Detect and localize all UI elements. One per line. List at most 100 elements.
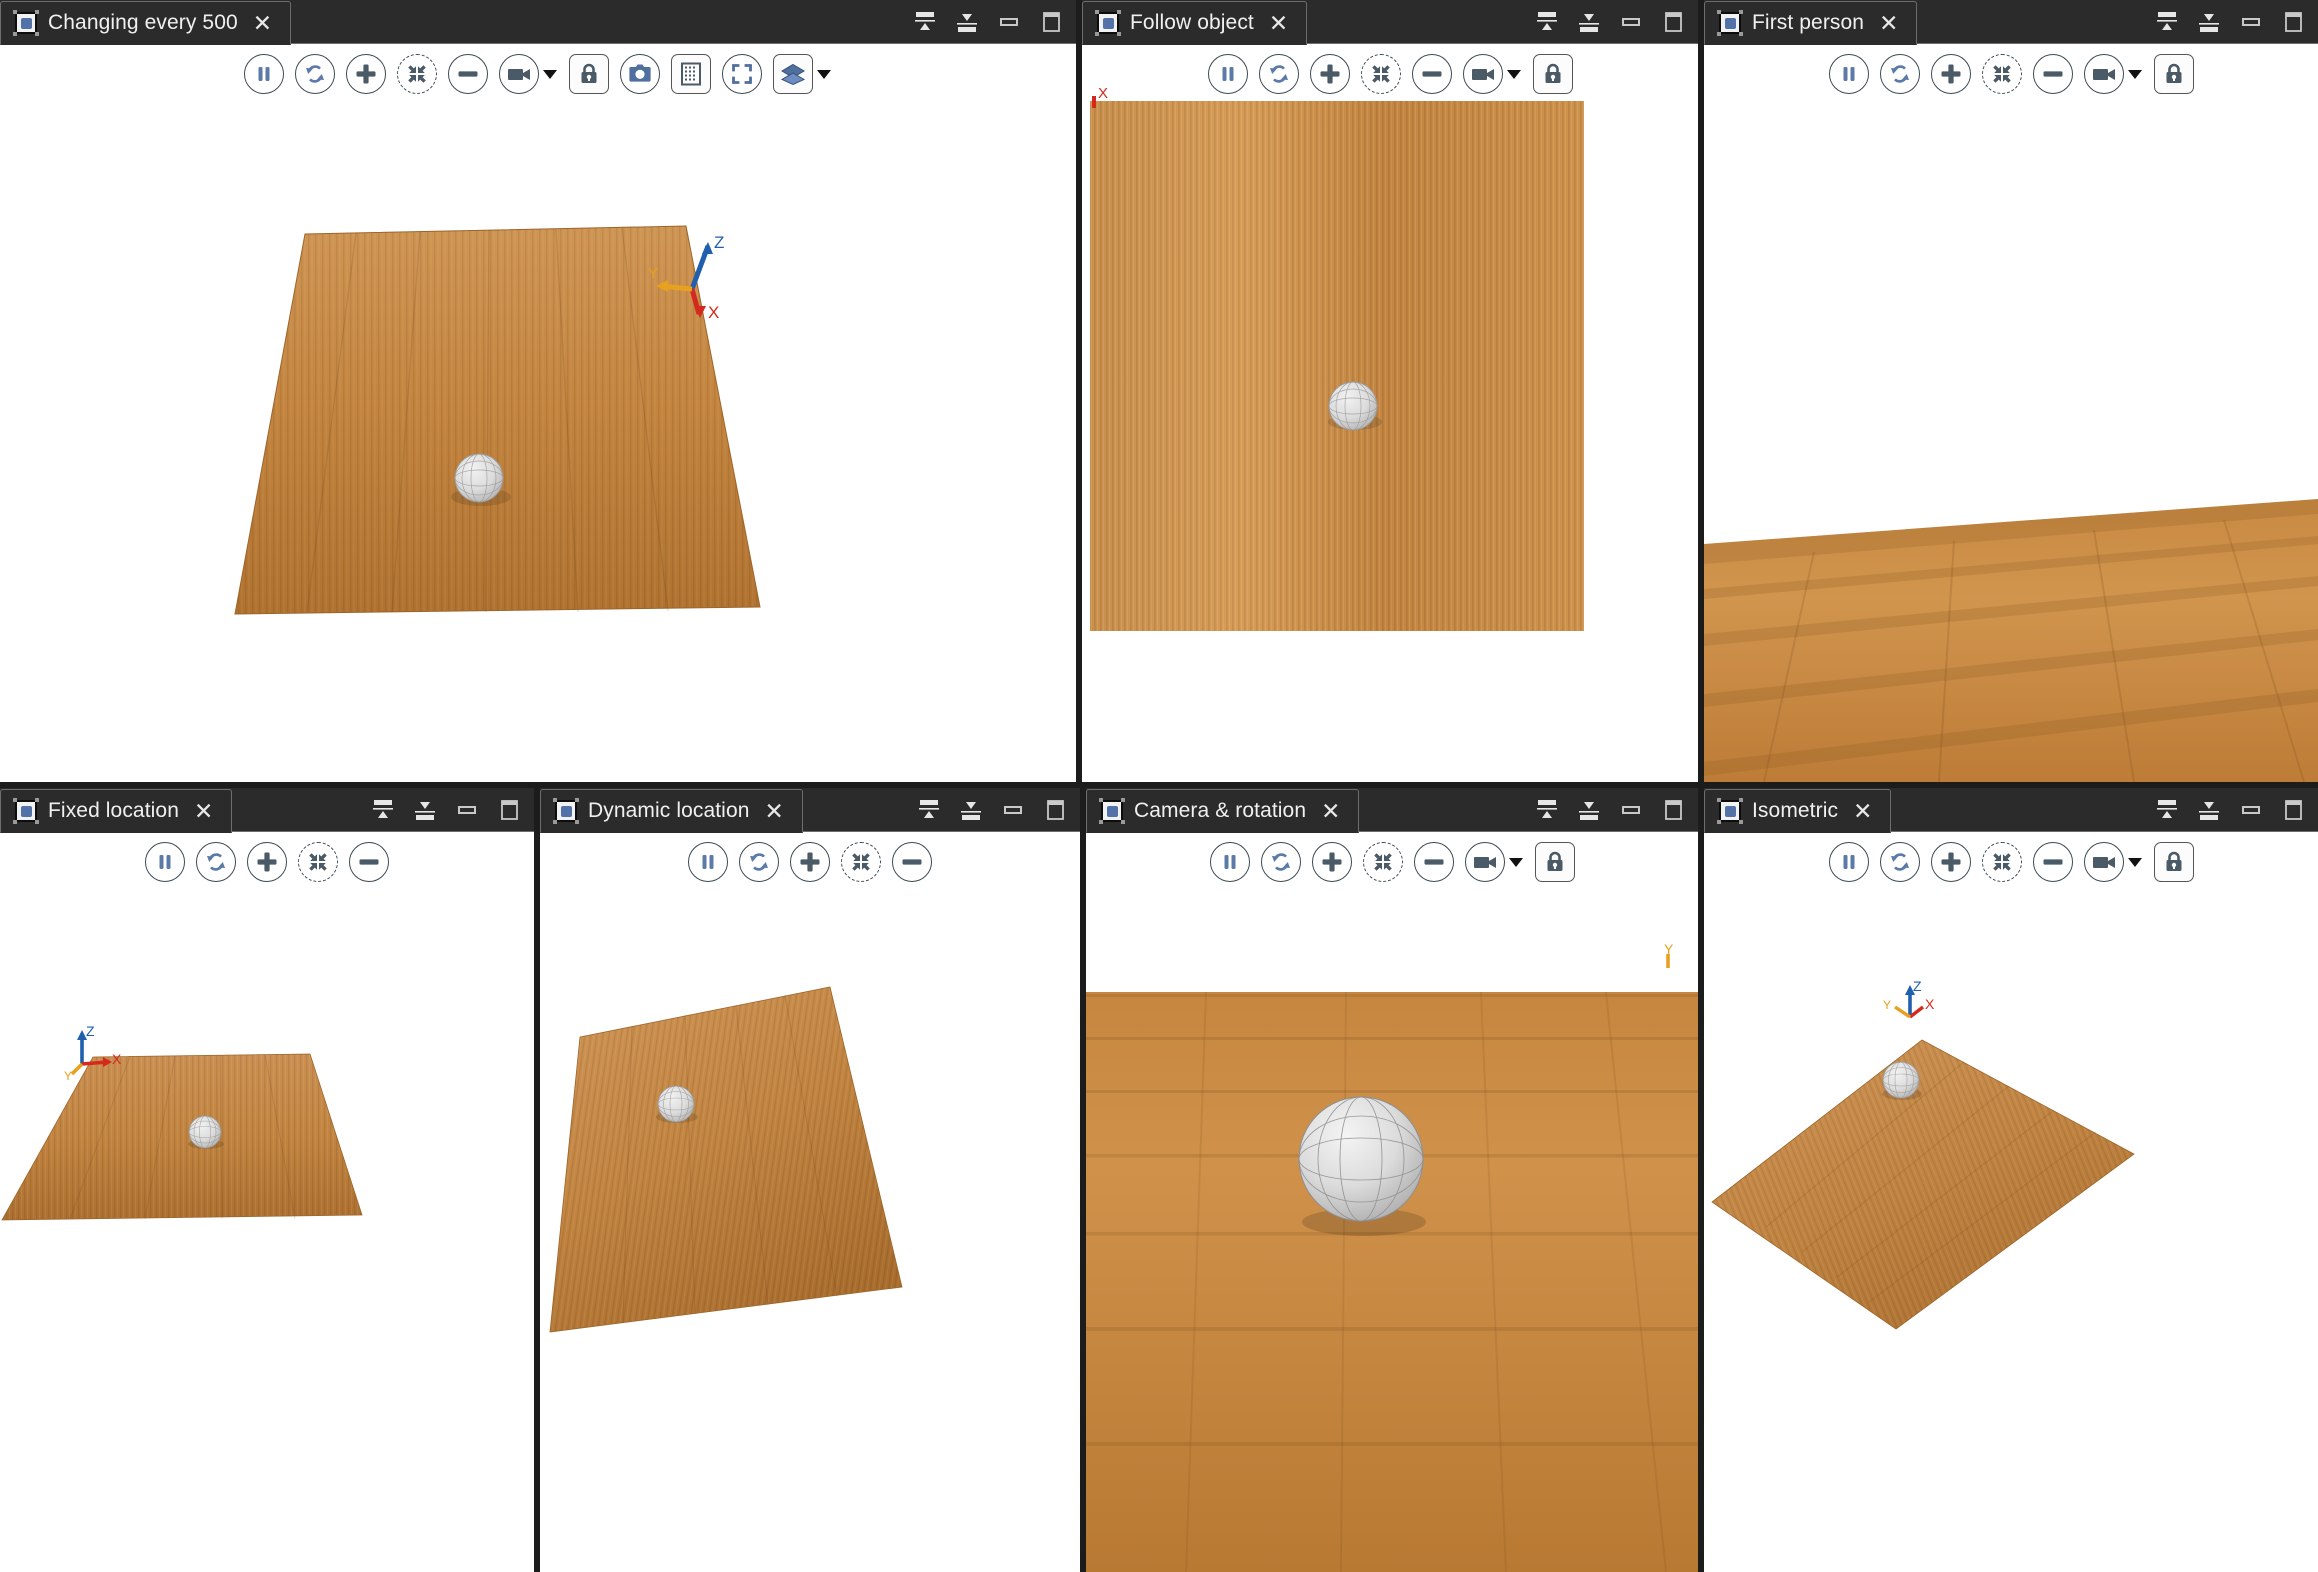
- camera-mode-button[interactable]: [1464, 842, 1505, 882]
- restore-button[interactable]: [498, 798, 520, 822]
- grid-toggle-button[interactable]: [671, 54, 711, 94]
- restore-button[interactable]: [1662, 798, 1684, 822]
- reset-rotation-button[interactable]: [1879, 842, 1920, 882]
- layers-chevron-down-icon[interactable]: [817, 69, 831, 79]
- snapshot-button[interactable]: [620, 54, 660, 94]
- collapse-up-button[interactable]: [1536, 798, 1558, 822]
- zoom-in-button[interactable]: [346, 54, 386, 94]
- pause-button[interactable]: [145, 842, 185, 882]
- expand-down-button[interactable]: [960, 798, 982, 822]
- close-icon[interactable]: ✕: [1853, 799, 1872, 823]
- zoom-out-button[interactable]: [892, 842, 932, 882]
- restore-button[interactable]: [1040, 10, 1062, 34]
- camera-mode-chevron-down-icon[interactable]: [2127, 69, 2142, 79]
- close-icon[interactable]: ✕: [194, 799, 213, 823]
- reset-rotation-button[interactable]: [739, 842, 779, 882]
- lock-button[interactable]: [569, 54, 609, 94]
- reset-rotation-button[interactable]: [1879, 54, 1920, 94]
- layers-button[interactable]: [773, 54, 813, 94]
- fit-to-view-button[interactable]: [841, 842, 881, 882]
- restore-button[interactable]: [1044, 798, 1066, 822]
- reset-rotation-button[interactable]: [1258, 54, 1299, 94]
- fit-to-view-button[interactable]: [298, 842, 338, 882]
- zoom-in-button[interactable]: [1311, 842, 1352, 882]
- tab-changing-every-500[interactable]: Changing every 500 ✕: [0, 1, 292, 45]
- viewport[interactable]: X: [1082, 44, 1698, 782]
- zoom-in-button[interactable]: [247, 842, 287, 882]
- pause-button[interactable]: [1207, 54, 1248, 94]
- reset-rotation-button[interactable]: [196, 842, 236, 882]
- viewport[interactable]: Z Y X: [0, 832, 534, 1572]
- zoom-in-button[interactable]: [1930, 54, 1971, 94]
- zoom-out-button[interactable]: [448, 54, 488, 94]
- camera-mode-chevron-down-icon[interactable]: [1506, 69, 1521, 79]
- tab-fixed-location[interactable]: Fixed location ✕: [0, 789, 233, 833]
- restore-button[interactable]: [2282, 798, 2304, 822]
- expand-down-button[interactable]: [1578, 798, 1600, 822]
- fit-to-view-button[interactable]: [1360, 54, 1401, 94]
- viewport[interactable]: Y: [1086, 832, 1698, 1572]
- close-icon[interactable]: ✕: [1269, 11, 1288, 35]
- collapse-up-button[interactable]: [372, 798, 394, 822]
- camera-mode-button[interactable]: [1462, 54, 1503, 94]
- pause-button[interactable]: [1828, 54, 1869, 94]
- lock-button[interactable]: [2153, 54, 2194, 94]
- restore-button[interactable]: [2282, 10, 2304, 34]
- expand-down-button[interactable]: [2198, 10, 2220, 34]
- zoom-out-button[interactable]: [1411, 54, 1452, 94]
- camera-mode-chevron-down-icon[interactable]: [2127, 857, 2142, 867]
- fit-to-view-button[interactable]: [1362, 842, 1403, 882]
- restore-button[interactable]: [1662, 10, 1684, 34]
- collapse-up-button[interactable]: [918, 798, 940, 822]
- lock-button[interactable]: [1534, 842, 1575, 882]
- pause-button[interactable]: [1828, 842, 1869, 882]
- minimize-button[interactable]: [1620, 798, 1642, 822]
- collapse-up-button[interactable]: [2156, 798, 2178, 822]
- camera-mode-button[interactable]: [2083, 842, 2124, 882]
- viewport[interactable]: [540, 832, 1080, 1572]
- camera-mode-button[interactable]: [499, 54, 539, 94]
- tab-isometric[interactable]: Isometric ✕: [1704, 789, 1892, 833]
- expand-down-button[interactable]: [1578, 10, 1600, 34]
- minimize-button[interactable]: [2240, 798, 2262, 822]
- collapse-up-button[interactable]: [2156, 10, 2178, 34]
- tab-first-person[interactable]: First person ✕: [1704, 1, 1918, 45]
- collapse-up-button[interactable]: [914, 10, 936, 34]
- tab-follow-object[interactable]: Follow object ✕: [1082, 1, 1308, 45]
- minimize-button[interactable]: [1002, 798, 1024, 822]
- minimize-button[interactable]: [2240, 10, 2262, 34]
- tab-camera-and-rotation[interactable]: Camera & rotation ✕: [1086, 789, 1360, 833]
- pause-button[interactable]: [1209, 842, 1250, 882]
- reset-rotation-button[interactable]: [1260, 842, 1301, 882]
- pause-button[interactable]: [244, 54, 284, 94]
- close-icon[interactable]: ✕: [253, 11, 272, 35]
- zoom-in-button[interactable]: [790, 842, 830, 882]
- zoom-in-button[interactable]: [1930, 842, 1971, 882]
- pause-button[interactable]: [688, 842, 728, 882]
- fullscreen-button[interactable]: [722, 54, 762, 94]
- reset-rotation-button[interactable]: [295, 54, 335, 94]
- tab-dynamic-location[interactable]: Dynamic location ✕: [540, 789, 803, 833]
- viewport[interactable]: [1704, 44, 2318, 782]
- zoom-in-button[interactable]: [1309, 54, 1350, 94]
- minimize-button[interactable]: [456, 798, 478, 822]
- collapse-up-button[interactable]: [1536, 10, 1558, 34]
- minimize-button[interactable]: [1620, 10, 1642, 34]
- lock-button[interactable]: [1532, 54, 1573, 94]
- expand-down-button[interactable]: [956, 10, 978, 34]
- expand-down-button[interactable]: [414, 798, 436, 822]
- camera-mode-button[interactable]: [2083, 54, 2124, 94]
- close-icon[interactable]: ✕: [765, 799, 784, 823]
- camera-mode-chevron-down-icon[interactable]: [1508, 857, 1523, 867]
- viewport[interactable]: Z Y X: [1704, 832, 2318, 1572]
- close-icon[interactable]: ✕: [1321, 799, 1340, 823]
- fit-to-view-button[interactable]: [1981, 842, 2022, 882]
- zoom-out-button[interactable]: [2032, 842, 2073, 882]
- zoom-out-button[interactable]: [2032, 54, 2073, 94]
- close-icon[interactable]: ✕: [1879, 11, 1898, 35]
- expand-down-button[interactable]: [2198, 798, 2220, 822]
- zoom-out-button[interactable]: [349, 842, 389, 882]
- fit-to-view-button[interactable]: [397, 54, 437, 94]
- lock-button[interactable]: [2153, 842, 2194, 882]
- fit-to-view-button[interactable]: [1981, 54, 2022, 94]
